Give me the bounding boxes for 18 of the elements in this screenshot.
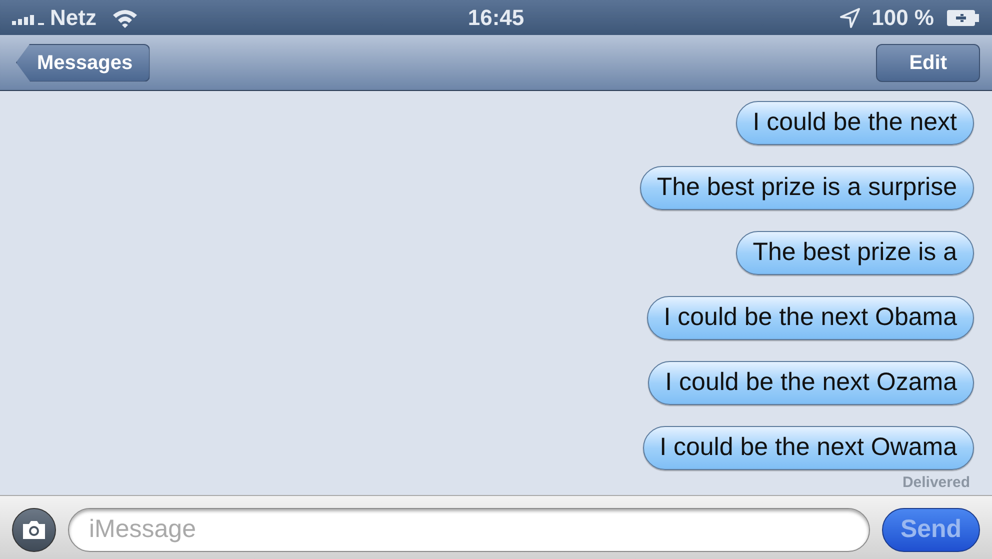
clock-time: 16:45: [468, 4, 524, 32]
message-bubble: I could be the next Ozama: [648, 361, 974, 405]
location-arrow-icon: [840, 8, 860, 28]
message-bubble: I could be the next Owama: [642, 426, 974, 470]
delivery-status: Delivered: [902, 473, 970, 493]
back-button[interactable]: Messages: [16, 44, 150, 82]
carrier-name: Netz: [50, 4, 96, 32]
battery-charging-icon: [946, 8, 980, 26]
wifi-icon: [112, 8, 138, 28]
message-bubble: The best prize is a: [736, 231, 974, 275]
edit-button[interactable]: Edit: [876, 44, 980, 82]
message-input-field[interactable]: iMessage: [68, 508, 870, 552]
battery-percent: 100 %: [872, 4, 934, 32]
message-bubble: I could be the next: [736, 101, 974, 145]
message-bubble: The best prize is a surprise: [640, 166, 974, 210]
camera-icon: [21, 520, 47, 540]
message-bubble: I could be the next Obama: [646, 296, 974, 340]
camera-button[interactable]: [12, 508, 56, 552]
